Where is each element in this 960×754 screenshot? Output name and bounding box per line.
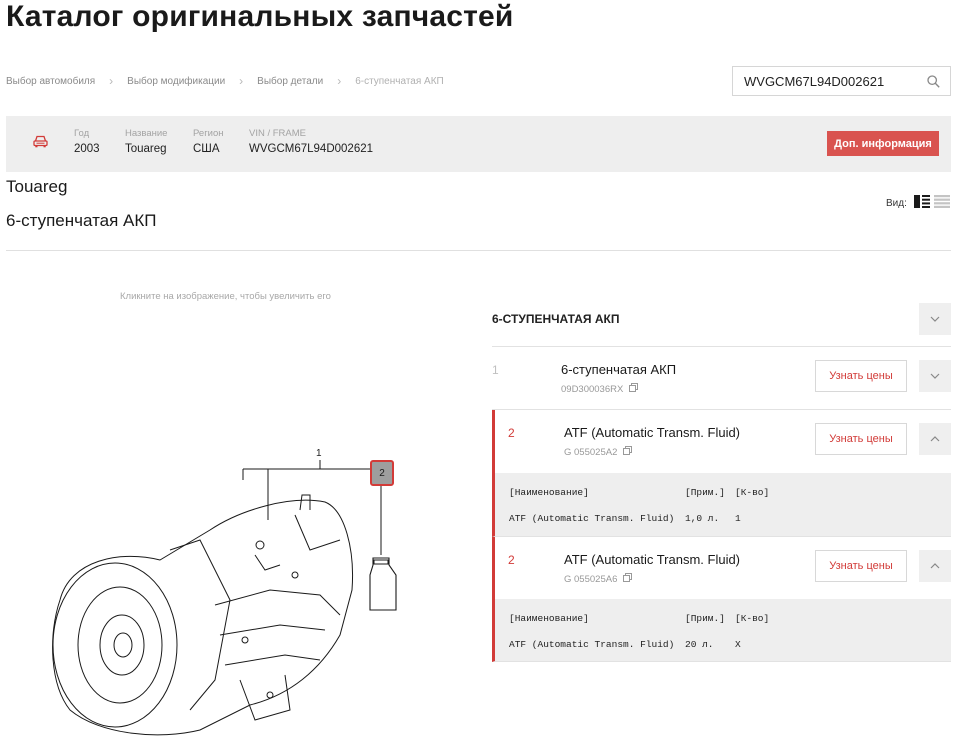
spec-row-prim: 20 л.	[685, 639, 714, 650]
vehicle-vin-value: WVGCM67L94D002621	[249, 143, 374, 155]
part-spec-table: [Наименование] [Прим.] [К-во] ATF (Autom…	[492, 473, 951, 536]
part-code-value: 09D300036RX	[561, 383, 624, 395]
vehicle-region-value: США	[193, 143, 220, 155]
vehicle-vin-label: VIN / FRAME	[249, 128, 307, 139]
callout-1[interactable]: 1	[315, 448, 323, 459]
spec-header-name: [Наименование]	[509, 613, 589, 624]
spec-header-qty: [К-во]	[735, 613, 770, 624]
chevron-down-icon	[930, 373, 940, 379]
breadcrumb-item-modification[interactable]: Выбор модификации	[127, 76, 225, 87]
copy-icon[interactable]	[623, 446, 633, 458]
copy-icon[interactable]	[623, 573, 633, 585]
vehicle-name-label: Название	[125, 128, 168, 139]
part-code-value: G 055025A6	[564, 573, 618, 585]
spec-row-prim: 1,0 л.	[685, 513, 720, 524]
parts-group-header: 6-СТУПЕНЧАТАЯ АКП	[492, 303, 951, 347]
breadcrumb-separator-icon: ›	[109, 74, 114, 88]
section-title: 6-ступенчатая АКП	[6, 211, 157, 230]
part-name: 6-ступенчатая АКП	[561, 362, 677, 377]
model-title: Touareg	[6, 177, 68, 196]
search-icon[interactable]	[927, 75, 940, 93]
part-row[interactable]: 2 ATF (Automatic Transm. Fluid) G 055025…	[492, 536, 951, 599]
vehicle-name: Название Touareg	[125, 128, 167, 155]
spec-header-qty: [К-во]	[735, 487, 770, 498]
divider	[6, 250, 951, 251]
page-title: Каталог оригинальных запчастей	[6, 0, 514, 33]
copy-icon[interactable]	[629, 383, 639, 395]
view-toggle: Вид:	[886, 195, 950, 211]
vehicle-info-bar: Год 2003 Название Touareg Регион США VIN…	[6, 116, 951, 172]
callout-2[interactable]: 2	[370, 460, 394, 486]
vin-search-box	[732, 66, 951, 96]
grid-view-icon[interactable]	[913, 195, 930, 211]
part-row[interactable]: 1 6-ступенчатая АКП 09D300036RX Узнать ц…	[492, 347, 951, 410]
get-prices-button[interactable]: Узнать цены	[815, 423, 907, 455]
get-prices-button[interactable]: Узнать цены	[815, 360, 907, 392]
breadcrumb-separator-icon: ›	[239, 74, 244, 88]
image-hint: Кликните на изображение, чтобы увеличить…	[120, 291, 331, 302]
breadcrumb-separator-icon: ›	[337, 74, 342, 88]
vehicle-year-label: Год	[74, 128, 90, 139]
collapse-button[interactable]	[919, 550, 951, 582]
more-info-button[interactable]: Доп. информация	[827, 131, 939, 156]
part-name: ATF (Automatic Transm. Fluid)	[564, 425, 741, 440]
group-collapse-button[interactable]	[919, 303, 951, 335]
chevron-up-icon	[930, 436, 940, 442]
list-view-icon[interactable]	[933, 195, 950, 211]
vehicle-name-value: Touareg	[125, 143, 167, 155]
breadcrumb-item-vehicle[interactable]: Выбор автомобиля	[6, 76, 95, 87]
part-code-value: G 055025A2	[564, 446, 618, 458]
part-spec-table: [Наименование] [Прим.] [К-во] ATF (Autom…	[492, 599, 951, 662]
vehicle-year: Год 2003	[74, 128, 100, 155]
car-icon	[33, 135, 48, 153]
spec-row-name: ATF (Automatic Transm. Fluid)	[509, 639, 675, 650]
parts-diagram[interactable]: 1 2	[40, 440, 420, 745]
view-label: Вид:	[886, 197, 907, 209]
vehicle-vin: VIN / FRAME WVGCM67L94D002621	[249, 128, 373, 155]
spec-header-name: [Наименование]	[509, 487, 589, 498]
get-prices-button[interactable]: Узнать цены	[815, 550, 907, 582]
part-number: 2	[508, 426, 515, 440]
vehicle-region-label: Регион	[193, 128, 224, 139]
breadcrumb-item-part[interactable]: Выбор детали	[257, 76, 323, 87]
part-number: 2	[508, 553, 515, 567]
spec-header-prim: [Прим.]	[685, 613, 725, 624]
part-code: 09D300036RX	[561, 383, 639, 395]
vin-search-input[interactable]	[733, 73, 913, 89]
vehicle-year-value: 2003	[74, 143, 100, 155]
vehicle-region: Регион США	[193, 128, 224, 155]
chevron-up-icon	[930, 563, 940, 569]
part-code: G 055025A6	[564, 573, 633, 585]
breadcrumb: Выбор автомобиля › Выбор модификации › В…	[6, 74, 444, 88]
part-code: G 055025A2	[564, 446, 633, 458]
spec-row-name: ATF (Automatic Transm. Fluid)	[509, 513, 675, 524]
collapse-button[interactable]	[919, 423, 951, 455]
spec-row-qty: 1	[735, 513, 741, 524]
part-name: ATF (Automatic Transm. Fluid)	[564, 552, 741, 567]
part-number: 1	[492, 363, 499, 377]
spec-row-qty: X	[735, 639, 741, 650]
expand-button[interactable]	[919, 360, 951, 392]
spec-header-prim: [Прим.]	[685, 487, 725, 498]
breadcrumb-item-current: 6-ступенчатая АКП	[355, 75, 444, 87]
parts-group-title: 6-СТУПЕНЧАТАЯ АКП	[492, 312, 620, 326]
part-row[interactable]: 2 ATF (Automatic Transm. Fluid) G 055025…	[492, 410, 951, 473]
chevron-down-icon	[930, 316, 940, 322]
